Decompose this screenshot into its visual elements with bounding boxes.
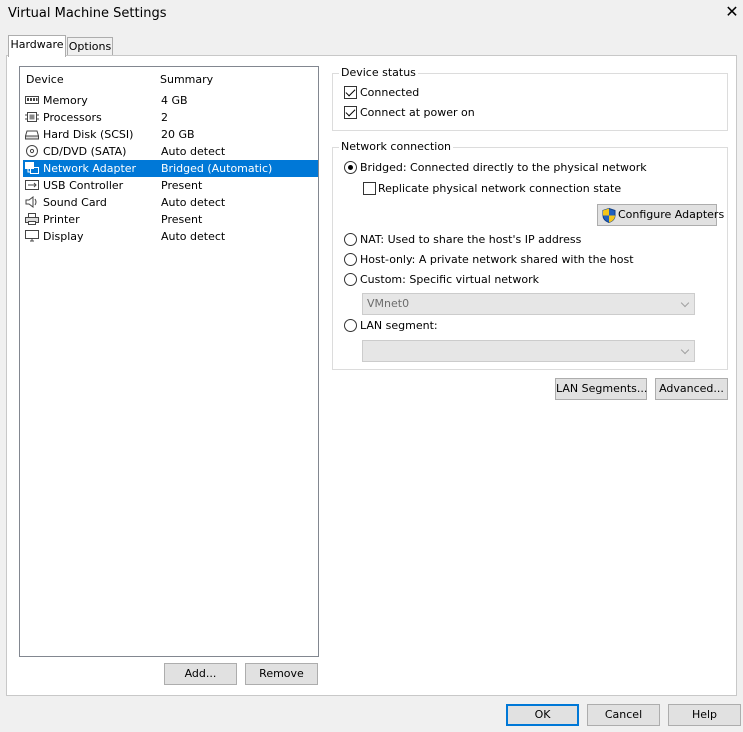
device-row-usb-controller[interactable]: USB Controller Present bbox=[23, 177, 318, 194]
device-name: Printer bbox=[43, 213, 80, 226]
tab-hardware[interactable]: Hardware bbox=[8, 35, 66, 57]
device-status-title: Device status bbox=[339, 66, 418, 80]
device-summary: 2 bbox=[161, 111, 168, 124]
replicate-state-checkbox[interactable] bbox=[363, 182, 376, 195]
custom-label: Custom: Specific virtual network bbox=[360, 273, 539, 286]
device-name: Memory bbox=[43, 94, 88, 107]
window-title: Virtual Machine Settings bbox=[8, 6, 167, 21]
device-row-display[interactable]: Display Auto detect bbox=[23, 228, 318, 245]
device-name: CD/DVD (SATA) bbox=[43, 145, 127, 158]
device-summary: Auto detect bbox=[161, 145, 226, 158]
device-summary: Present bbox=[161, 179, 203, 192]
device-name: Display bbox=[43, 230, 84, 243]
summary-column-header[interactable]: Summary bbox=[160, 73, 213, 86]
lan-segment-label: LAN segment: bbox=[360, 319, 438, 332]
device-row-processors[interactable]: Processors 2 bbox=[23, 109, 318, 126]
device-name: Sound Card bbox=[43, 196, 107, 209]
connect-at-power-on-checkbox[interactable] bbox=[344, 106, 357, 119]
usb-icon bbox=[25, 180, 39, 190]
device-summary: Auto detect bbox=[161, 230, 226, 243]
device-row-printer[interactable]: Printer Present bbox=[23, 211, 318, 228]
device-name: Hard Disk (SCSI) bbox=[43, 128, 134, 141]
device-summary: 4 GB bbox=[161, 94, 188, 107]
configure-adapters-label: Configure Adapters bbox=[618, 208, 725, 221]
device-summary: Present bbox=[161, 213, 203, 226]
network-adapter-icon bbox=[25, 162, 39, 174]
cancel-button[interactable]: Cancel bbox=[587, 704, 660, 726]
device-column-header[interactable]: Device bbox=[26, 73, 64, 86]
device-summary: Auto detect bbox=[161, 196, 226, 209]
host-only-radio[interactable] bbox=[344, 253, 357, 266]
device-summary: 20 GB bbox=[161, 128, 195, 141]
custom-radio[interactable] bbox=[344, 273, 357, 286]
memory-icon bbox=[25, 96, 39, 104]
device-list: Device Summary Memory 4 GB Processors 2 … bbox=[19, 66, 319, 657]
device-row-memory[interactable]: Memory 4 GB bbox=[23, 92, 318, 109]
ok-button[interactable]: OK bbox=[506, 704, 579, 726]
lan-segment-radio[interactable] bbox=[344, 319, 357, 332]
remove-button[interactable]: Remove bbox=[245, 663, 318, 685]
device-summary: Bridged (Automatic) bbox=[161, 162, 273, 175]
lan-segment-dropdown[interactable] bbox=[362, 340, 695, 362]
printer-icon bbox=[25, 213, 39, 225]
tab-options[interactable]: Options bbox=[67, 37, 113, 56]
device-row-sound-card[interactable]: Sound Card Auto detect bbox=[23, 194, 318, 211]
custom-network-dropdown[interactable]: VMnet0 bbox=[362, 293, 695, 315]
device-row-cd-dvd[interactable]: CD/DVD (SATA) Auto detect bbox=[23, 143, 318, 160]
advanced-button[interactable]: Advanced... bbox=[655, 378, 728, 400]
custom-network-value: VMnet0 bbox=[367, 297, 410, 310]
display-icon bbox=[25, 230, 39, 242]
connected-checkbox[interactable] bbox=[344, 86, 357, 99]
chevron-down-icon bbox=[680, 345, 690, 355]
hard-disk-icon bbox=[25, 130, 39, 140]
shield-icon bbox=[602, 208, 616, 223]
configure-adapters-button[interactable]: Configure Adapters bbox=[597, 204, 724, 226]
device-status-group: Device status Connected Connect at power… bbox=[332, 66, 728, 131]
device-row-network-adapter[interactable]: Network Adapter Bridged (Automatic) bbox=[23, 160, 318, 177]
close-button[interactable]: ✕ bbox=[724, 3, 740, 21]
nat-label: NAT: Used to share the host's IP address bbox=[360, 233, 582, 246]
chevron-down-icon bbox=[680, 298, 690, 308]
add-button[interactable]: Add... bbox=[164, 663, 237, 685]
device-name: USB Controller bbox=[43, 179, 124, 192]
nat-radio[interactable] bbox=[344, 233, 357, 246]
bridged-radio[interactable] bbox=[344, 161, 357, 174]
cd-dvd-icon bbox=[26, 145, 38, 157]
network-connection-group: Network connection Bridged: Connected di… bbox=[332, 140, 728, 370]
bridged-label: Bridged: Connected directly to the physi… bbox=[360, 161, 647, 174]
connect-at-power-on-label: Connect at power on bbox=[360, 106, 475, 119]
network-connection-title: Network connection bbox=[339, 140, 454, 154]
device-name: Network Adapter bbox=[43, 162, 137, 175]
lan-segments-button[interactable]: LAN Segments... bbox=[555, 378, 647, 400]
connected-label: Connected bbox=[360, 86, 420, 99]
device-row-hard-disk[interactable]: Hard Disk (SCSI) 20 GB bbox=[23, 126, 318, 143]
replicate-state-label: Replicate physical network connection st… bbox=[378, 182, 622, 195]
speaker-icon bbox=[25, 196, 37, 208]
help-button[interactable]: Help bbox=[668, 704, 741, 726]
device-name: Processors bbox=[43, 111, 102, 124]
processor-icon bbox=[25, 112, 39, 122]
host-only-label: Host-only: A private network shared with… bbox=[360, 253, 634, 266]
